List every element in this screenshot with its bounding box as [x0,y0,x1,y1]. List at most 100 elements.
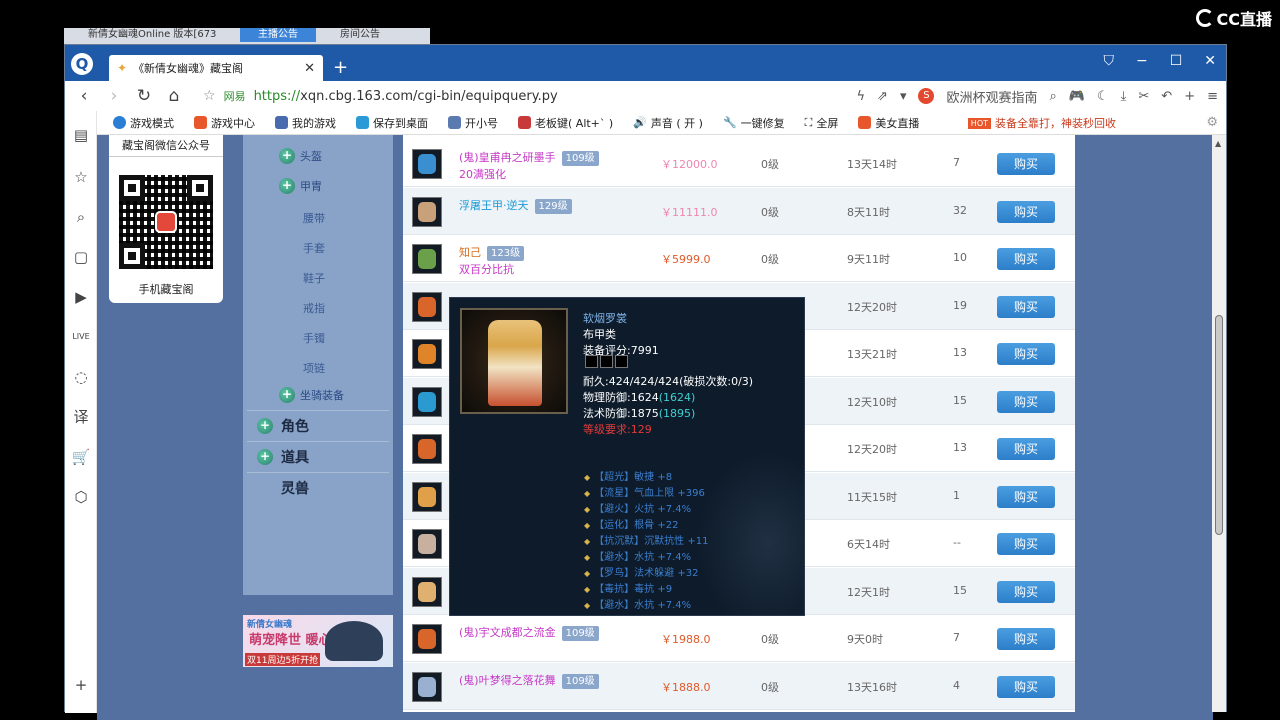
cat-pets[interactable]: 灵兽 [247,472,389,502]
promo-banner[interactable]: 新倩女幽魂 萌宠降世 暖心陪伴 双11周边5折开抢 [243,615,393,667]
download-icon[interactable]: ⤓ [1121,89,1127,104]
item-thumbnail[interactable] [412,291,442,322]
bookmark-item[interactable]: 我的游戏 [265,115,346,131]
buy-button[interactable]: 购买 [997,200,1055,223]
sidebar-add-icon[interactable]: + [71,675,91,695]
cat-helmet[interactable]: + 头盔 [279,148,322,164]
item-name[interactable]: 浮屠王甲·逆天 129级 [459,197,572,214]
item-thumbnail[interactable] [412,149,442,179]
search-engine-icon[interactable]: S [918,88,935,104]
wrench-icon: 🔧 [722,116,737,129]
home-icon[interactable]: ⌂ [159,86,189,106]
bookmark-item[interactable]: 美女直播 [848,115,929,131]
time-left: 13天14时 [847,158,897,171]
reader-icon[interactable]: ▢ [71,247,91,267]
cat-armor[interactable]: + 甲胄 [279,178,322,194]
item-thumbnail[interactable] [412,339,442,369]
favorites-icon[interactable]: ☆ [71,167,91,187]
cat-gloves[interactable]: 手套 [303,240,325,256]
url-input[interactable]: xqn.cbg.163.com/cgi-bin/equipquery.py [300,89,557,104]
cat-items[interactable]: + 道具 [247,441,389,471]
scroll-up-icon[interactable]: ▲ [1215,139,1221,148]
item-thumbnail[interactable] [412,434,442,464]
page-scrollbar[interactable]: ▲ [1212,135,1226,712]
buy-button[interactable]: 购买 [997,580,1055,603]
cat-character[interactable]: + 角色 [247,410,389,440]
collect-count: 7 [953,631,960,644]
lightning-icon[interactable]: ϟ [856,89,865,104]
item-name[interactable]: 知己 123级 [459,244,525,261]
cart-icon[interactable]: 🛒 [71,447,91,467]
back-icon[interactable]: ‹ [69,86,99,106]
bookmark-item[interactable]: 开小号 [438,115,508,131]
search-sidebar-icon[interactable]: ⌕ [71,207,91,227]
dropdown-icon[interactable]: ▾ [900,89,907,104]
item-thumbnail[interactable] [412,386,442,417]
gamepad-icon[interactable]: 🎮 [1069,89,1085,104]
new-tab-icon[interactable]: + [333,57,348,78]
search-icon[interactable]: ⌕ [1050,89,1057,104]
bookmark-item[interactable]: 🔊 声音 ( 开 ) [623,115,713,131]
bookmark-item[interactable]: 保存到桌面 [346,115,438,131]
add-icon[interactable]: + [1184,89,1195,104]
expand-icon: + [257,448,273,465]
bookmark-item[interactable]: 游戏模式 [103,115,184,131]
item-thumbnail[interactable] [412,671,442,702]
buy-button[interactable]: 购买 [997,438,1055,460]
cat-ring[interactable]: 戒指 [303,300,325,316]
live-sidebar-icon[interactable]: LIVE [71,327,91,347]
buy-button[interactable]: 购买 [997,485,1055,508]
item-glyph-icon [418,534,436,554]
item-thumbnail[interactable] [412,244,442,274]
tab-close-icon[interactable]: ✕ [304,61,315,76]
buy-button[interactable]: 购买 [997,675,1055,698]
bookmark-item[interactable]: 老板键( Alt+` ) [508,115,623,131]
bookmark-item[interactable]: ⛶ 全屏 [795,115,849,131]
maximize-icon[interactable]: ☐ [1170,53,1183,69]
buy-button[interactable]: 购买 [997,153,1055,175]
item-thumbnail[interactable] [412,481,442,512]
buy-button[interactable]: 购买 [997,628,1055,650]
chat-icon[interactable]: ◌ [71,367,91,387]
item-thumbnail[interactable] [412,529,442,559]
close-window-icon[interactable]: ✕ [1204,53,1216,69]
item-name[interactable]: (鬼)宇文成都之流金 109级 [459,624,599,641]
cat-necklace[interactable]: 项链 [303,360,325,376]
bookmark-item[interactable]: 🔧 一键修复 [713,115,795,131]
item-name[interactable]: (鬼)叶梦得之落花舞 109级 [459,672,599,689]
cat-bracelet[interactable]: 手镯 [303,330,325,346]
buy-button[interactable]: 购买 [997,248,1055,270]
share-icon[interactable]: ⇗ [877,89,888,104]
buy-button[interactable]: 购买 [997,390,1055,413]
tab-cbg[interactable]: ✦ 《新倩女幽魂》藏宝阁 ✕ [109,55,323,81]
box-icon[interactable]: ⬡ [71,487,91,507]
url-protocol[interactable]: https:// [254,89,301,104]
item-thumbnail[interactable] [412,576,442,607]
video-icon[interactable]: ▶ [71,287,91,307]
buy-button[interactable]: 购买 [997,295,1055,318]
undo-icon[interactable]: ↶ [1161,89,1172,104]
scroll-thumb[interactable] [1215,315,1223,535]
refresh-icon[interactable]: ↻ [129,86,159,106]
scissors-icon[interactable]: ✂ [1138,89,1149,104]
item-thumbnail[interactable] [412,624,442,654]
buy-button[interactable]: 购买 [997,343,1055,365]
search-suggestion[interactable]: 欧洲杯观赛指南 [946,87,1037,106]
settings-icon[interactable]: ⚙ [1206,115,1218,130]
cat-mount[interactable]: + 坐骑装备 [279,387,344,403]
bookmark-promo[interactable]: HOT 装备全靠打，神装秒回收 [967,115,1116,131]
minimize-icon[interactable]: − [1136,53,1148,69]
buy-button[interactable]: 购买 [997,533,1055,555]
cat-belt[interactable]: 腰带 [303,210,325,226]
forward-icon[interactable]: › [99,86,129,106]
menu-icon[interactable]: ≡ [1207,89,1218,104]
cat-shoes[interactable]: 鞋子 [303,270,325,286]
bookmark-star-icon[interactable]: ☆ [203,88,216,104]
translate-icon[interactable]: 译 [71,407,91,427]
notes-icon[interactable]: ▤ [71,125,91,145]
night-mode-icon[interactable]: ☾ [1097,89,1109,104]
item-thumbnail[interactable] [412,196,442,227]
item-name[interactable]: (鬼)皇甫冉之研墨手 109级 [459,149,599,166]
bookmark-item[interactable]: 游戏中心 [184,115,265,131]
skin-icon[interactable]: ⛉ [1103,53,1114,69]
